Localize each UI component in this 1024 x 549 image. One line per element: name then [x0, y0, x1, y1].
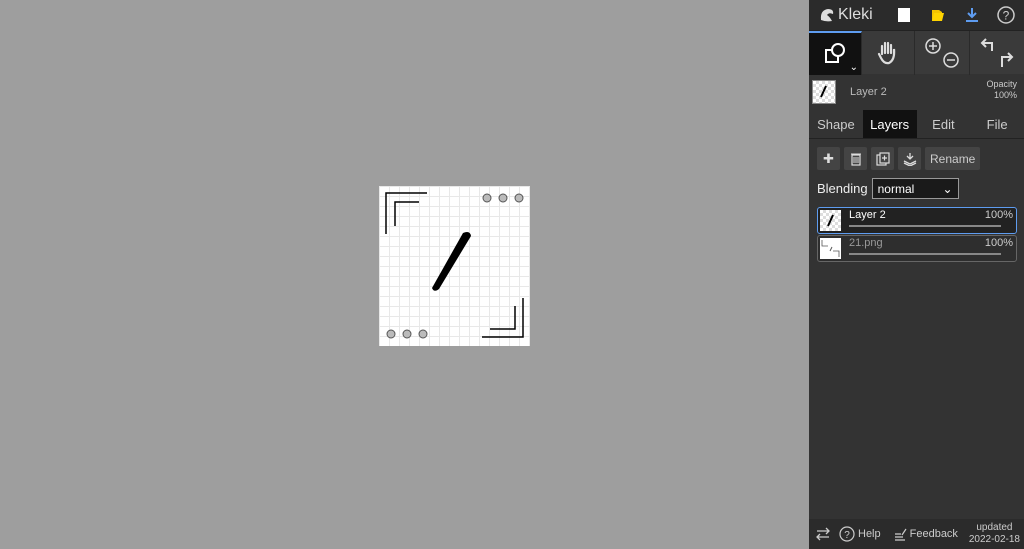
add-layer-button[interactable]: ✚ [817, 147, 840, 170]
layer-opacity-slider[interactable] [849, 253, 1001, 255]
blending-row: Blending normal ⌄ [809, 170, 1024, 199]
tab-layers[interactable]: Layers [862, 110, 917, 138]
open-file-button[interactable] [921, 0, 955, 30]
updated-info[interactable]: updated 2022-02-18 [969, 522, 1020, 546]
duplicate-layer-button[interactable] [871, 147, 894, 170]
tool-row: ⌄ [809, 30, 1024, 75]
layer-stroke-icon [827, 214, 834, 227]
kleki-logo-icon [820, 9, 834, 22]
plus-icon: ✚ [823, 150, 834, 166]
download-icon [966, 8, 978, 22]
undo-icon[interactable] [980, 38, 993, 51]
feedback-link[interactable]: Feedback [893, 527, 958, 541]
layer-opacity: 100% [984, 209, 1013, 221]
shape-tool-button[interactable]: ⌄ [809, 31, 862, 75]
updated-date: 2022-02-18 [968, 534, 1020, 545]
help-label: Help [858, 528, 881, 540]
help-link[interactable]: ? Help [839, 526, 881, 542]
canvas-area[interactable] [0, 0, 809, 549]
merge-layer-button[interactable] [898, 147, 921, 170]
layer-toolbar: ✚ Rename [809, 139, 1024, 170]
top-bar: Kleki ? [809, 0, 1024, 30]
layer-list: Layer 2 100% 21.png 100% [817, 207, 1017, 262]
zoom-controls-icon [925, 38, 959, 68]
hand-tool-button[interactable] [862, 31, 915, 75]
trash-icon [850, 153, 861, 166]
download-button[interactable] [955, 0, 989, 30]
tab-shape[interactable]: Shape [809, 110, 863, 138]
hand-icon [877, 41, 896, 65]
shape-tool-icon [825, 43, 845, 63]
tab-file[interactable]: File [970, 110, 1024, 138]
footer: ? Help Feedback updated 2022-02-18 [809, 519, 1024, 549]
svg-text:?: ? [844, 530, 850, 541]
chevron-down-icon[interactable]: ⌄ [850, 62, 858, 73]
layer-name: 21.png [849, 237, 883, 249]
zoom-controls [915, 31, 970, 75]
layer-opacity-slider[interactable] [849, 225, 1001, 227]
image-thumbnail-icon [821, 240, 840, 257]
tab-edit[interactable]: Edit [917, 110, 971, 138]
layer-thumbnail [820, 210, 841, 231]
merge-down-icon [903, 152, 916, 166]
blending-label: Blending [817, 181, 868, 196]
layer-item[interactable]: 21.png 100% [817, 235, 1017, 262]
feedback-label: Feedback [909, 528, 958, 540]
blending-value: normal [877, 181, 915, 196]
new-document-icon [898, 8, 910, 22]
svg-text:?: ? [1003, 9, 1010, 23]
opacity-label: Opacity [986, 79, 1017, 89]
layer-stroke-icon [820, 85, 827, 98]
logo[interactable]: Kleki [809, 0, 887, 30]
updated-label: updated [976, 522, 1013, 533]
delete-layer-button[interactable] [844, 147, 867, 170]
current-layer-thumbnail [812, 80, 836, 104]
duplicate-icon [875, 151, 890, 166]
redo-icon[interactable] [1000, 52, 1013, 67]
sidebar: Kleki ? ⌄ Layer 2 Opacity 100% Shape Lay… [809, 0, 1024, 549]
rename-layer-button[interactable]: Rename [925, 147, 981, 170]
logo-text: Kleki [838, 6, 873, 23]
feedback-icon [894, 528, 907, 541]
chevron-down-icon: ⌄ [942, 181, 953, 196]
help-button[interactable]: ? [989, 0, 1023, 30]
canvas-artwork [385, 192, 524, 339]
undo-redo-icon [980, 38, 1013, 67]
open-folder-icon [932, 10, 944, 21]
help-icon: ? [997, 6, 1015, 24]
zoom-out-icon[interactable] [943, 52, 959, 68]
layer-thumbnail [820, 238, 841, 259]
tab-bar: Shape Layers Edit File [809, 110, 1024, 139]
layer-opacity: 100% [984, 237, 1013, 249]
current-layer-info: Layer 2 Opacity 100% [809, 74, 1024, 110]
layer-name: Layer 2 [849, 209, 886, 221]
layer-item[interactable]: Layer 2 100% [817, 207, 1017, 234]
current-layer-name: Layer 2 [850, 86, 887, 98]
help-icon: ? [839, 526, 855, 542]
blending-select[interactable]: normal ⌄ [871, 178, 959, 199]
document-canvas[interactable] [379, 186, 530, 346]
zoom-in-icon[interactable] [925, 38, 941, 54]
opacity-readout: Opacity 100% [986, 79, 1017, 101]
opacity-value: 100% [993, 90, 1017, 100]
undo-redo-controls [970, 31, 1023, 75]
new-document-button[interactable] [887, 0, 921, 30]
swap-side-button[interactable] [809, 527, 837, 541]
swap-arrows-icon [816, 527, 830, 541]
